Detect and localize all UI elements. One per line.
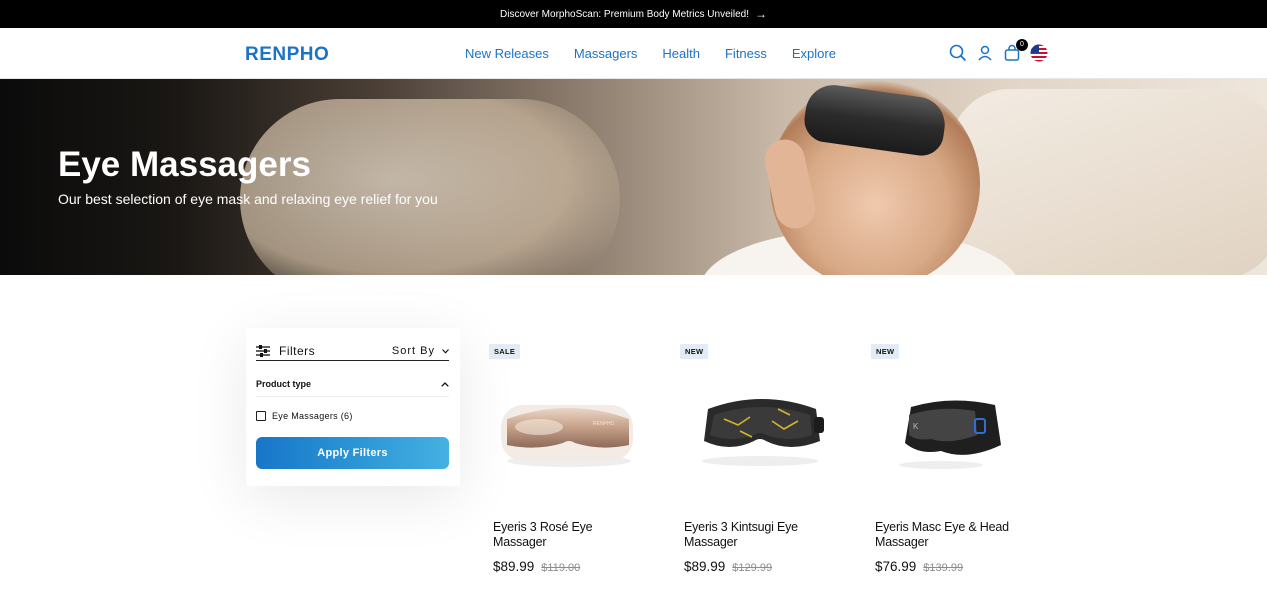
black-eye-head-massager-image[interactable]: K [871, 379, 1041, 479]
main-nav: New Releases Massagers Health Fitness Ex… [465, 46, 836, 61]
page-title: Eye Massagers [58, 145, 311, 184]
product-price: $89.99 [493, 559, 535, 574]
arrow-right-icon[interactable]: → [755, 7, 767, 21]
product-name[interactable]: Eyeris 3 Kintsugi Eye Massager [684, 520, 824, 550]
sort-by-label: Sort By [391, 345, 435, 357]
filters-label: Filters [279, 344, 316, 358]
svg-text:K: K [913, 422, 919, 431]
filter-panel: Filters Sort By Product type Eye Massage… [246, 328, 460, 486]
sale-badge: SALE [489, 344, 521, 359]
sort-by-dropdown[interactable]: Sort By [392, 345, 449, 357]
nav-fitness[interactable]: Fitness [725, 46, 767, 61]
filter-option-label: Eye Massagers (6) [272, 411, 353, 421]
product-old-price: $129.99 [732, 562, 773, 574]
nav-explore[interactable]: Explore [792, 46, 836, 61]
cart-count-badge: 0 [1016, 39, 1028, 51]
product-old-price: $139.99 [923, 562, 964, 574]
chevron-down-icon [442, 348, 449, 354]
product-prices: $76.99 $139.99 [875, 559, 963, 574]
hero-banner: Eye Massagers Our best selection of eye … [0, 79, 1267, 275]
announcement-text[interactable]: Discover MorphoScan: Premium Body Metric… [500, 9, 749, 20]
product-type-section[interactable]: Product type [256, 379, 449, 397]
product-card[interactable]: NEW K Eyeris Masc Eye & Head Massager $7… [871, 341, 1041, 574]
search-icon[interactable] [949, 44, 967, 62]
nav-health[interactable]: Health [662, 46, 700, 61]
us-flag-icon[interactable] [1030, 44, 1048, 62]
cart-icon[interactable]: 0 [1003, 39, 1028, 62]
chevron-up-icon[interactable] [441, 381, 449, 387]
page-subtitle: Our best selection of eye mask and relax… [58, 191, 438, 207]
svg-text:RENPHO: RENPHO [593, 421, 615, 427]
announcement-bar[interactable]: Discover MorphoScan: Premium Body Metric… [0, 0, 1267, 28]
nav-new-releases[interactable]: New Releases [465, 46, 549, 61]
account-icon[interactable] [976, 44, 994, 62]
header-icons: 0 [949, 39, 1048, 62]
filter-header: Filters Sort By [256, 344, 449, 361]
product-prices: $89.99 $129.99 [684, 559, 772, 574]
svg-text:RENPHO: RENPHO [245, 44, 329, 63]
filters-toggle[interactable]: Filters [256, 344, 315, 358]
product-name[interactable]: Eyeris 3 Rosé Eye Massager [493, 520, 633, 550]
site-header: RENPHO New Releases Massagers Health Fit… [0, 28, 1267, 79]
new-badge: NEW [680, 344, 709, 359]
product-type-title: Product type [256, 379, 312, 389]
product-name[interactable]: Eyeris Masc Eye & Head Massager [875, 520, 1015, 550]
hero-pillow-left [240, 99, 620, 275]
hero-pillow-right [950, 89, 1267, 275]
apply-filters-button[interactable]: Apply Filters [256, 437, 449, 469]
product-old-price: $119.00 [541, 562, 581, 574]
product-card[interactable]: SALE RENPHO Eyeris 3 Rosé Eye Massager $… [489, 341, 659, 574]
eye-massagers-checkbox[interactable] [256, 411, 266, 421]
product-price: $89.99 [684, 559, 726, 574]
product-price: $76.99 [875, 559, 917, 574]
new-badge: NEW [871, 344, 900, 359]
renpho-logo[interactable]: RENPHO [245, 43, 329, 63]
product-card[interactable]: NEW Eyeris 3 Kintsugi Eye Massager $89.9… [680, 341, 850, 574]
nav-massagers[interactable]: Massagers [574, 46, 638, 61]
sliders-icon [256, 345, 270, 357]
filter-option-eye-massagers[interactable]: Eye Massagers (6) [256, 411, 449, 421]
product-prices: $89.99 $119.00 [493, 559, 580, 574]
rose-gold-eye-massager-image[interactable]: RENPHO [489, 379, 659, 479]
black-gold-eye-massager-image[interactable] [680, 379, 850, 479]
